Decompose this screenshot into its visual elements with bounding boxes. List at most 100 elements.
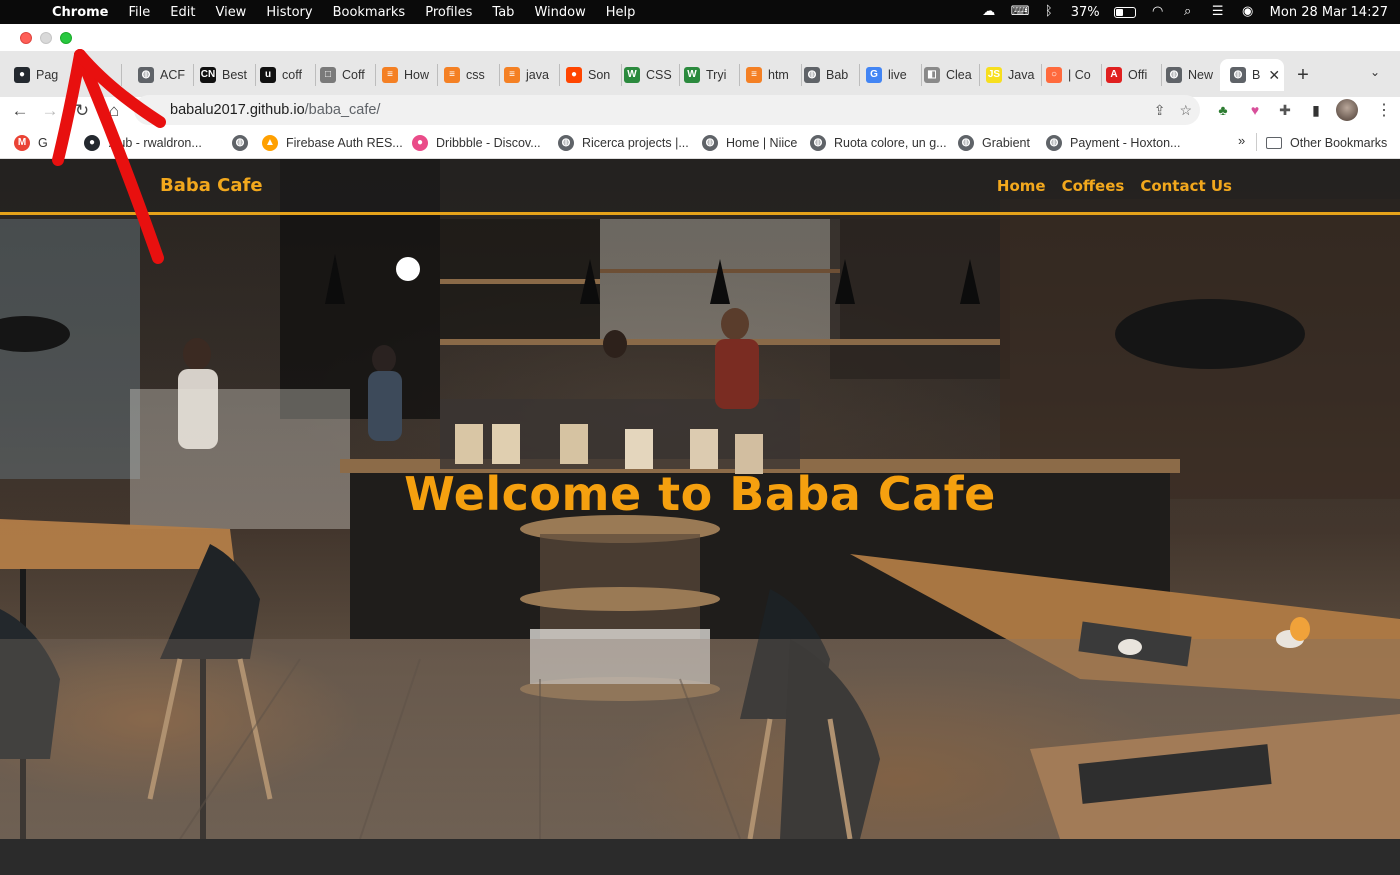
menu-history[interactable]: History: [266, 5, 312, 20]
menu-help[interactable]: Help: [606, 5, 636, 20]
bookmark-item[interactable]: ◍ Grabient: [958, 134, 1030, 152]
side-panel-icon[interactable]: ▮: [1305, 99, 1327, 121]
tab[interactable]: W Tryi: [680, 64, 740, 86]
menu-view[interactable]: View: [215, 5, 246, 20]
tab[interactable]: ● Son: [562, 64, 622, 86]
tab-favicon-icon: ●: [14, 67, 30, 83]
bookmark-item[interactable]: ◍: [232, 134, 256, 152]
nav-link-contact-us[interactable]: Contact Us: [1140, 177, 1232, 195]
html-tree-extension-icon[interactable]: ♣: [1212, 99, 1234, 121]
creative-cloud-icon[interactable]: ☁: [981, 4, 997, 20]
tab-favicon-icon: ≡: [382, 67, 398, 83]
tab-favicon-icon: ◍: [138, 67, 154, 83]
tab-search-chevron-icon[interactable]: ⌄: [1370, 65, 1380, 79]
site-brand-logo[interactable]: Baba Cafe: [160, 175, 263, 196]
reload-icon[interactable]: ↻: [70, 99, 94, 123]
bookmark-label: Home | Niice: [726, 136, 798, 150]
tab[interactable]: ≡ css: [440, 64, 500, 86]
bookmark-star-icon[interactable]: ☆: [1179, 95, 1192, 125]
battery-icon[interactable]: [1113, 6, 1136, 18]
tab-title: live: [888, 68, 907, 82]
bookmark-item[interactable]: ◍ Payment - Hoxton...: [1046, 134, 1180, 152]
bookmark-item[interactable]: ● Dribbble - Discov...: [412, 134, 541, 152]
other-bookmarks-folder[interactable]: Other Bookmarks: [1266, 134, 1387, 152]
bookmark-favicon-icon: ◍: [232, 135, 248, 151]
tab[interactable]: ● Pag: [10, 64, 122, 86]
bookmark-label: Ricerca projects |...: [582, 136, 689, 150]
tab[interactable]: JS Java: [982, 64, 1042, 86]
menu-tab[interactable]: Tab: [492, 5, 514, 20]
browser-toolbar: ← → ↻ ⌂ babalu2017.github.io/baba_cafe/ …: [0, 95, 1400, 125]
other-bookmarks-label: Other Bookmarks: [1290, 136, 1388, 150]
tab-favicon-icon: ≡: [444, 67, 460, 83]
window-close-button[interactable]: [20, 32, 32, 44]
tab-title: New: [1188, 68, 1214, 82]
bookmark-label: ...ub - rwaldron...: [108, 136, 202, 150]
menu-window[interactable]: Window: [534, 5, 585, 20]
control-center-icon[interactable]: ☰: [1210, 4, 1226, 20]
menu-bar-clock[interactable]: Mon 28 Mar 14:27: [1270, 5, 1388, 20]
tab[interactable]: ≡ java: [500, 64, 560, 86]
tab[interactable]: CN Best: [196, 64, 256, 86]
tab[interactable]: ◍ ACF: [134, 64, 194, 86]
bookmark-item[interactable]: ● ...ub - rwaldron...: [84, 134, 202, 152]
spotlight-search-icon[interactable]: ⌕: [1180, 4, 1196, 20]
tab-favicon-icon: ◍: [804, 67, 820, 83]
tab-favicon-icon: ○: [1046, 67, 1062, 83]
menu-app-chrome[interactable]: Chrome: [52, 5, 109, 20]
tab-close-icon[interactable]: ✕: [1268, 67, 1280, 84]
window-title-bar: [0, 24, 1400, 51]
tab-title: | Co: [1068, 68, 1091, 82]
bookmark-item[interactable]: ◍ Ruota colore, un g...: [810, 134, 947, 152]
tab[interactable]: W CSS: [620, 64, 680, 86]
tab-strip: + ⌄ ● Pag ◍ ACF CN Best u coff □ Coff ≡ How ≡ css ≡ jav…: [0, 51, 1400, 97]
wifi-icon[interactable]: ◠: [1150, 4, 1166, 20]
tab[interactable]: ◍ Bab: [800, 64, 860, 86]
site-navbar: Baba Cafe Home Coffees Contact Us: [0, 159, 1400, 215]
window-minimize-button[interactable]: [40, 32, 52, 44]
new-tab-button[interactable]: +: [1292, 64, 1314, 86]
menu-edit[interactable]: Edit: [170, 5, 195, 20]
bookmark-item[interactable]: ▲ Firebase Auth RES...: [262, 134, 403, 152]
profile-avatar[interactable]: [1336, 99, 1358, 121]
tab[interactable]: ≡ htm: [742, 64, 802, 86]
nav-link-coffees[interactable]: Coffees: [1062, 177, 1125, 195]
home-icon[interactable]: ⌂: [102, 99, 126, 123]
tab[interactable]: A Offi: [1102, 64, 1162, 86]
bookmark-item[interactable]: ◍ Home | Niice: [702, 134, 797, 152]
menu-bookmarks[interactable]: Bookmarks: [333, 5, 406, 20]
menu-file[interactable]: File: [129, 5, 151, 20]
chrome-menu-icon[interactable]: ⋮: [1376, 99, 1392, 123]
macos-menu-bar: Chrome File Edit View History Bookmarks …: [0, 0, 1400, 24]
folder-icon: [1266, 137, 1282, 149]
tab-title: ACF: [160, 68, 185, 82]
tab[interactable]: u coff: [256, 64, 316, 86]
bookmark-favicon-icon: ▲: [262, 135, 278, 151]
keyboard-input-icon[interactable]: ⌨: [1011, 4, 1030, 20]
bookmark-item[interactable]: MG: [14, 134, 48, 152]
forward-arrow-icon[interactable]: →: [38, 99, 62, 123]
nav-link-home[interactable]: Home: [997, 177, 1046, 195]
bookmark-item[interactable]: ◍ Ricerca projects |...: [558, 134, 689, 152]
tab[interactable]: ◧ Clea: [920, 64, 980, 86]
bookmark-favicon-icon: ◍: [810, 135, 826, 151]
tab-favicon-icon: ≡: [746, 67, 762, 83]
share-icon[interactable]: ⇪: [1154, 95, 1166, 125]
colorzilla-extension-icon[interactable]: ♥: [1244, 99, 1266, 121]
siri-icon[interactable]: ◉: [1240, 4, 1256, 20]
window-zoom-button[interactable]: [60, 32, 72, 44]
extensions-puzzle-icon[interactable]: ✚: [1274, 99, 1296, 121]
tab-title: B: [1252, 68, 1261, 82]
menu-profiles[interactable]: Profiles: [425, 5, 472, 20]
back-arrow-icon[interactable]: ←: [8, 99, 32, 123]
tab[interactable]: □ Coff: [316, 64, 376, 86]
tab[interactable]: ◍ New: [1162, 64, 1222, 86]
address-bar[interactable]: babalu2017.github.io/baba_cafe/ ⇪ ☆: [134, 95, 1200, 125]
bookmarks-overflow-chevron[interactable]: »: [1238, 133, 1245, 148]
tab[interactable]: ≡ How: [378, 64, 438, 86]
bookmarks-bar: » Other Bookmarks M G ● ...ub - rwaldron...…: [0, 125, 1400, 159]
tab[interactable]: Glive: [862, 64, 922, 86]
tab-active[interactable]: ◍ B ✕: [1220, 59, 1284, 91]
bluetooth-icon[interactable]: ᛒ: [1041, 4, 1057, 20]
tab[interactable]: ○ | Co: [1042, 64, 1102, 86]
